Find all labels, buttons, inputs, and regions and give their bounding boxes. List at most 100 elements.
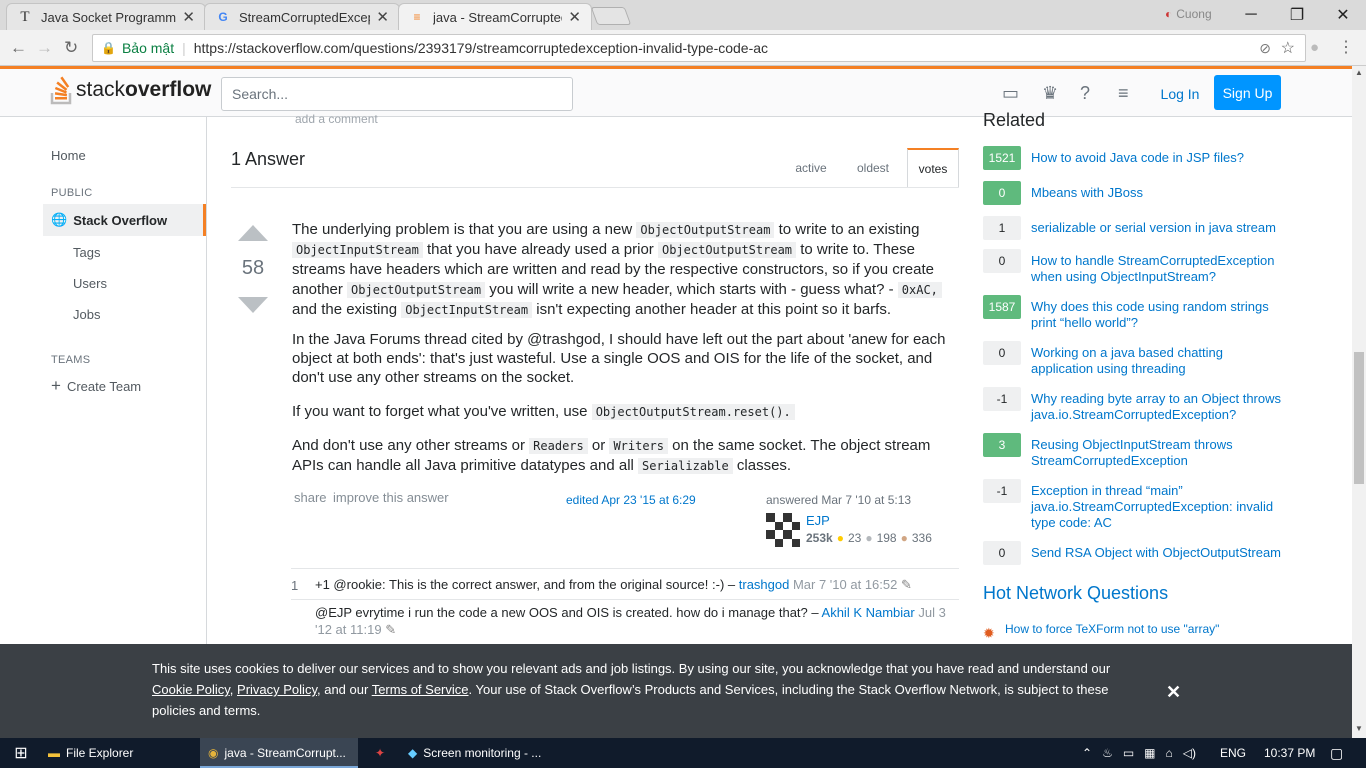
profile-button[interactable]: ◐ Cuong xyxy=(1165,7,1212,21)
share-link[interactable]: share xyxy=(294,490,327,505)
cookie-policy-link[interactable]: Cookie Policy xyxy=(152,682,230,697)
reload-icon[interactable]: ↻ xyxy=(64,38,78,58)
profile-icon: ◐ xyxy=(1165,7,1173,21)
comment-score: 1 xyxy=(291,578,299,593)
site-switcher-icon[interactable]: ≡ xyxy=(1118,83,1129,104)
taskbar-app-icon[interactable]: ✦ xyxy=(362,738,398,768)
network-icon[interactable]: ⌂ xyxy=(1166,746,1173,760)
terms-of-service-link[interactable]: Terms of Service xyxy=(372,682,469,697)
comment-date[interactable]: Mar 7 '10 at 16:52 xyxy=(793,577,897,592)
volume-icon[interactable]: ◁) xyxy=(1183,746,1196,760)
inbox-icon[interactable]: ▭ xyxy=(1002,83,1019,104)
related-link[interactable]: How to avoid Java code in JSP files? xyxy=(1031,150,1281,166)
battery-icon[interactable]: ▭ xyxy=(1123,746,1134,760)
nav-jobs[interactable]: Jobs xyxy=(73,307,100,322)
related-link[interactable]: How to handle StreamCorruptedException w… xyxy=(1031,253,1281,285)
help-icon[interactable]: ? xyxy=(1080,83,1090,104)
scroll-up-icon[interactable]: ▲ xyxy=(1355,68,1363,77)
browser-tab-2[interactable]: G StreamCorruptedExceptio ✕ xyxy=(204,3,400,30)
cookie-blocked-icon[interactable]: ⊘ xyxy=(1259,40,1271,57)
answered-date: answered Mar 7 '10 at 5:13 xyxy=(766,493,912,507)
nav-stackoverflow[interactable]: 🌐 Stack Overflow xyxy=(43,204,206,236)
comment-user-link[interactable]: trashgod xyxy=(739,577,790,592)
extension-icon[interactable]: ● xyxy=(1310,39,1319,56)
bookmark-star-icon[interactable]: ☆ xyxy=(1281,38,1295,58)
logo-text-light: stack xyxy=(76,78,126,101)
scroll-down-icon[interactable]: ▼ xyxy=(1355,724,1363,733)
related-link[interactable]: Send RSA Object with ObjectOutputStream xyxy=(1031,545,1281,561)
lock-icon: 🔒 xyxy=(101,41,116,55)
related-link[interactable]: Exception in thread “main” java.io.Strea… xyxy=(1031,483,1281,531)
signup-button[interactable]: Sign Up xyxy=(1214,75,1281,110)
clock[interactable]: 10:37 PM xyxy=(1256,738,1323,768)
maximize-button[interactable]: ❐ xyxy=(1274,0,1320,30)
new-tab-button[interactable] xyxy=(590,7,632,25)
related-link[interactable]: Reusing ObjectInputStream throws StreamC… xyxy=(1031,437,1281,469)
gold-badge-icon: ● xyxy=(836,531,844,545)
upvote-button[interactable] xyxy=(238,225,268,241)
related-vote-box: 1587 xyxy=(983,295,1021,319)
page-scrollbar[interactable]: ▲ ▼ xyxy=(1352,66,1366,738)
notifications-icon[interactable]: ▢ xyxy=(1322,738,1351,768)
tray-app-icon[interactable]: ♨ xyxy=(1102,746,1113,760)
tab-votes[interactable]: votes xyxy=(907,148,959,188)
hot-question-link[interactable]: How to force TeXForm not to use "array" xyxy=(1005,622,1245,636)
close-tab-icon[interactable]: ✕ xyxy=(568,8,581,26)
related-link[interactable]: serializable or serial version in java s… xyxy=(1031,220,1281,236)
comment-text: @EJP evrytime i run the code a new OOS a… xyxy=(315,605,819,620)
close-tab-icon[interactable]: ✕ xyxy=(182,8,195,26)
nav-tags[interactable]: Tags xyxy=(73,245,100,260)
downvote-button[interactable] xyxy=(238,297,268,313)
chrome-menu-icon[interactable]: ⋮ xyxy=(1338,37,1354,57)
comment-user-link[interactable]: Akhil K Nambiar xyxy=(822,605,915,620)
upvote-arrow-icon xyxy=(238,225,268,241)
privacy-policy-link[interactable]: Privacy Policy xyxy=(237,682,317,697)
browser-tab-3-active[interactable]: ≡ java - StreamCorruptedE ✕ xyxy=(398,3,592,30)
user-name-link[interactable]: EJP xyxy=(806,513,830,528)
scrollbar-thumb[interactable] xyxy=(1354,352,1364,484)
related-link[interactable]: Why reading byte array to an Object thro… xyxy=(1031,391,1281,423)
language-indicator[interactable]: ENG xyxy=(1212,738,1254,768)
forward-icon[interactable]: → xyxy=(36,38,53,58)
taskbar-chrome[interactable]: ◉ java - StreamCorrupt... xyxy=(200,738,358,768)
bronze-badge-icon: ● xyxy=(900,531,908,545)
minimize-button[interactable]: ─ xyxy=(1228,0,1274,30)
stackoverflow-icon: ≡ xyxy=(413,10,421,24)
nav-home[interactable]: Home xyxy=(51,148,86,163)
edited-link[interactable]: edited Apr 23 '15 at 6:29 xyxy=(566,493,696,507)
add-comment-link[interactable]: add a comment xyxy=(295,112,378,126)
achievements-trophy-icon[interactable]: ♛ xyxy=(1042,83,1058,104)
nav-users[interactable]: Users xyxy=(73,276,107,291)
windows-start-icon[interactable]: ⊞ xyxy=(2,738,40,768)
search-input[interactable]: Search... xyxy=(221,77,573,111)
nav-create-team[interactable]: + Create Team xyxy=(51,377,141,394)
browser-tab-1[interactable]: T Java Socket Programming ✕ xyxy=(6,3,206,30)
back-icon[interactable]: ← xyxy=(10,38,27,58)
hot-network-header[interactable]: Hot Network Questions xyxy=(983,583,1168,604)
address-bar[interactable]: 🔒 Bảo mật | https://stackoverflow.com/qu… xyxy=(92,34,1306,62)
taskbar-file-explorer[interactable]: ▬ File Explorer xyxy=(40,738,198,768)
related-link[interactable]: Why does this code using random strings … xyxy=(1031,299,1281,331)
related-vote-box: 1 xyxy=(983,216,1021,240)
stackoverflow-logo[interactable]: stack overflow xyxy=(50,75,211,105)
tab-active[interactable]: active xyxy=(783,148,839,188)
keyboard-icon[interactable]: ▦ xyxy=(1144,746,1155,760)
related-link[interactable]: Mbeans with JBoss xyxy=(1031,185,1281,201)
search-placeholder: Search... xyxy=(232,86,289,102)
stackoverflow-logo-icon xyxy=(50,76,72,105)
related-link[interactable]: Working on a java based chatting applica… xyxy=(1031,345,1281,377)
logo-text-bold: overflow xyxy=(125,78,212,101)
tab-oldest[interactable]: oldest xyxy=(845,148,901,188)
close-tab-icon[interactable]: ✕ xyxy=(376,8,389,26)
close-window-button[interactable]: ✕ xyxy=(1320,0,1366,30)
improve-answer-link[interactable]: improve this answer xyxy=(333,490,449,505)
comment-body: +1 @rookie: This is the correct answer, … xyxy=(315,576,955,593)
so-header: stack overflow Search... ▭ ♛ ? ≡ Log In S… xyxy=(0,69,1352,117)
close-icon[interactable]: ✕ xyxy=(1166,682,1181,703)
taskbar-screen-monitoring[interactable]: ◆ Screen monitoring - ... xyxy=(400,738,558,768)
login-button[interactable]: Log In xyxy=(1154,81,1206,107)
avatar[interactable] xyxy=(766,513,800,547)
browser-tab-strip: T Java Socket Programming ✕ G StreamCorr… xyxy=(0,0,1366,30)
url-text: https://stackoverflow.com/questions/2393… xyxy=(193,40,769,56)
chevron-up-icon[interactable]: ⌃ xyxy=(1082,746,1092,760)
